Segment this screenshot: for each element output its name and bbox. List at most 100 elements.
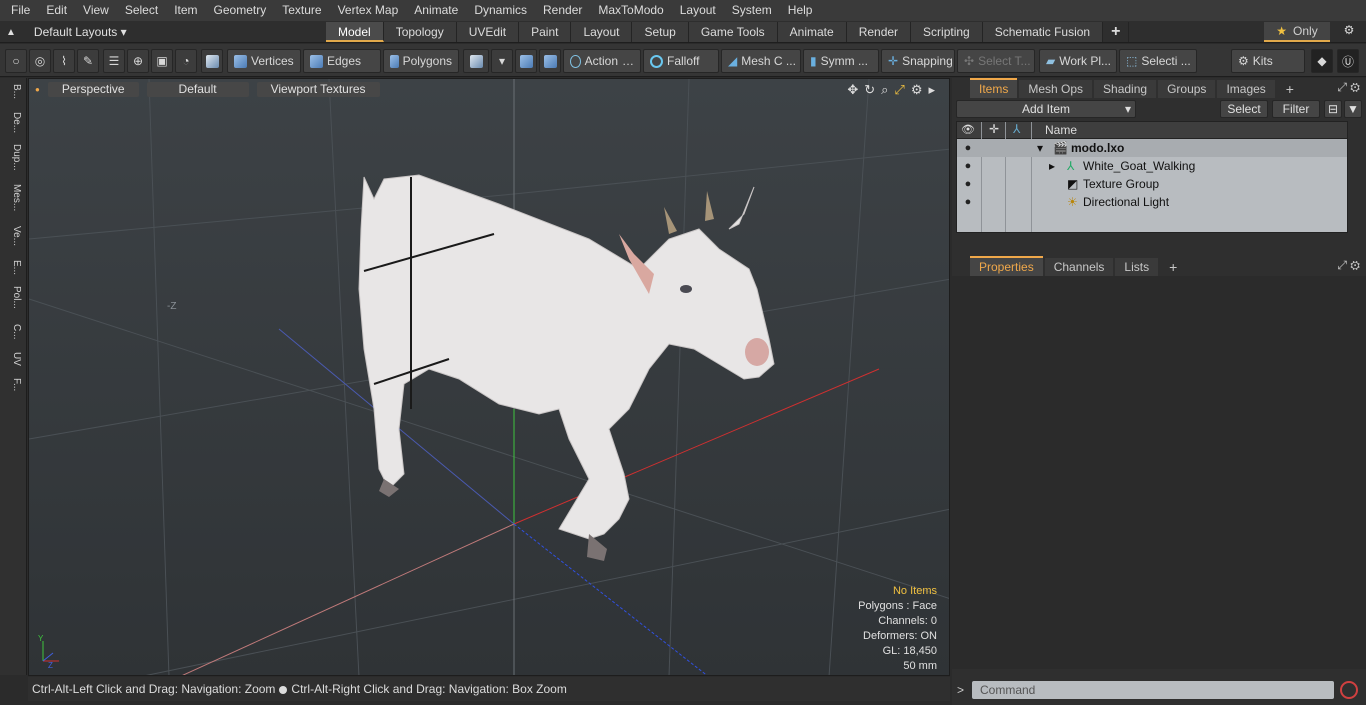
perspective-button[interactable]: Perspective	[47, 82, 139, 97]
globe-icon[interactable]: ◎	[29, 49, 51, 73]
left-tab-mesh-edit[interactable]: Mes...	[4, 184, 22, 211]
layout-expand-icon[interactable]: ▲	[6, 27, 16, 38]
pen-icon[interactable]: ⌇	[53, 49, 75, 73]
left-tab-duplicate[interactable]: Dup...	[4, 144, 22, 171]
brush-icon[interactable]: ✎	[77, 49, 99, 73]
record-macro-icon[interactable]	[1340, 681, 1358, 699]
select-button[interactable]: Select	[1220, 100, 1268, 118]
tab-uvedit[interactable]: UVEdit	[456, 22, 520, 42]
layout-selector[interactable]: ▲ Default Layouts ▾	[6, 23, 127, 41]
fit-icon[interactable]: ⤢	[894, 82, 904, 98]
unity-icon[interactable]: ◆	[1311, 49, 1333, 73]
menu-animate[interactable]: Animate	[406, 0, 466, 21]
collapse-icon[interactable]: ⊟	[1324, 100, 1342, 118]
menu-dynamics[interactable]: Dynamics	[466, 0, 535, 21]
left-tab-uv[interactable]: UV	[4, 352, 22, 366]
menu-view[interactable]: View	[75, 0, 117, 21]
expand-triangle-icon[interactable]: ▸	[1049, 157, 1055, 175]
mesh-constraint-button[interactable]: ◢ Mesh C ...	[721, 49, 801, 73]
tab-channels[interactable]: Channels	[1044, 258, 1114, 276]
menu-edit[interactable]: Edit	[38, 0, 75, 21]
visibility-eye-icon[interactable]: ●	[961, 157, 975, 175]
center-icon[interactable]: ⊕	[127, 49, 149, 73]
work-plane-button[interactable]: ▰ Work Pl...	[1039, 49, 1117, 73]
funnel-icon[interactable]: ▼	[1344, 100, 1362, 118]
tab-groups[interactable]: Groups	[1158, 80, 1216, 98]
tab-mesh-ops[interactable]: Mesh Ops	[1019, 80, 1093, 98]
add-item-button[interactable]: Add Item ▾	[956, 100, 1136, 118]
viewport-options-icon[interactable]: ●	[35, 82, 40, 97]
tab-render[interactable]: Render	[846, 22, 912, 42]
collapse-triangle-icon[interactable]: ▾	[1037, 139, 1043, 157]
unreal-icon[interactable]: Ⓤ	[1337, 49, 1359, 73]
add-tab-button[interactable]: +	[1103, 22, 1130, 42]
menu-help[interactable]: Help	[780, 0, 821, 21]
menu-layout[interactable]: Layout	[672, 0, 724, 21]
tab-items[interactable]: Items	[970, 78, 1018, 98]
3d-viewport[interactable]: -Z ● Perspective Default Viewport Textur…	[28, 78, 950, 676]
falloff-button[interactable]: Falloff	[643, 49, 719, 73]
add-props-tab-button[interactable]: +	[1160, 258, 1186, 276]
orbit-icon[interactable]: ↻	[864, 82, 875, 98]
menu-geometry[interactable]: Geometry	[206, 0, 275, 21]
tab-game-tools[interactable]: Game Tools	[688, 22, 778, 42]
rotate-icon[interactable]: ◔	[175, 49, 197, 73]
polygons-button[interactable]: Polygons	[383, 49, 459, 73]
arrow-right-icon[interactable]: ▸	[928, 82, 935, 98]
panel-expand-icon[interactable]: ⤢ ⚙	[1337, 80, 1360, 95]
snapping-button[interactable]: ✛ Snapping	[881, 49, 955, 73]
tab-lists[interactable]: Lists	[1115, 258, 1159, 276]
tab-scripting[interactable]: Scripting	[911, 22, 983, 42]
square-target-icon[interactable]: ▣	[151, 49, 173, 73]
visibility-eye-icon[interactable]: ●	[961, 175, 975, 193]
tab-setup[interactable]: Setup	[632, 22, 689, 42]
select-through-button[interactable]: ✣ Select T...	[957, 49, 1035, 73]
menu-file[interactable]: File	[3, 0, 38, 21]
align-icon[interactable]: ☰	[103, 49, 125, 73]
left-tab-vertex[interactable]: Ve...	[4, 226, 22, 246]
menu-texture[interactable]: Texture	[274, 0, 329, 21]
symmetry-x-icon[interactable]	[515, 49, 537, 73]
visibility-eye-icon[interactable]: ●	[961, 193, 975, 211]
left-tab-basic[interactable]: B...	[4, 84, 22, 99]
tab-model[interactable]: Model	[326, 22, 384, 42]
selection-sets-button[interactable]: ⬚ Selecti ...	[1119, 49, 1197, 73]
tree-row-mesh[interactable]: ● ▸ ⅄ White_Goat_Walking	[957, 157, 1347, 175]
tree-row-texture-group[interactable]: ● ◩ Texture Group	[957, 175, 1347, 193]
edges-button[interactable]: Edges	[303, 49, 381, 73]
tab-properties[interactable]: Properties	[970, 256, 1043, 276]
menu-maxtomodo[interactable]: MaxToModo	[590, 0, 671, 21]
viewport-textures-button[interactable]: Viewport Textures	[256, 82, 380, 97]
item-mode-icon[interactable]	[201, 49, 223, 73]
tab-topology[interactable]: Topology	[383, 22, 457, 42]
tree-row-scene[interactable]: ● ▾ 🎬 modo.lxo	[957, 139, 1347, 157]
menu-select[interactable]: Select	[117, 0, 166, 21]
menu-system[interactable]: System	[724, 0, 780, 21]
menu-item[interactable]: Item	[166, 0, 205, 21]
left-tab-polygon[interactable]: Pol...	[4, 286, 22, 309]
material-mode-icon[interactable]	[463, 49, 489, 73]
symmetry-button[interactable]: ▮ Symm ...	[803, 49, 879, 73]
left-tab-fusion[interactable]: F...	[4, 378, 22, 391]
vertices-button[interactable]: Vertices	[227, 49, 301, 73]
tab-animate[interactable]: Animate	[777, 22, 847, 42]
filter-button[interactable]: Filter	[1272, 100, 1320, 118]
kits-button[interactable]: ⚙ Kits	[1231, 49, 1305, 73]
chevron-down-icon[interactable]: ▾	[491, 49, 513, 73]
menu-render[interactable]: Render	[535, 0, 590, 21]
props-expand-icon[interactable]: ⤢ ⚙	[1337, 258, 1360, 273]
left-tab-deform[interactable]: De...	[4, 112, 22, 133]
only-toggle[interactable]: ★ Only	[1264, 22, 1330, 42]
tree-row-light[interactable]: ● ☀ Directional Light	[957, 193, 1347, 211]
tab-schematic-fusion[interactable]: Schematic Fusion	[982, 22, 1104, 42]
left-tab-curve[interactable]: C...	[4, 324, 22, 340]
move-icon[interactable]: ✥	[847, 82, 858, 98]
shading-default-button[interactable]: Default	[146, 82, 249, 97]
tab-images[interactable]: Images	[1217, 80, 1275, 98]
add-panel-tab-button[interactable]: +	[1277, 80, 1303, 98]
circle-select-icon[interactable]: ○	[5, 49, 27, 73]
menu-vertex-map[interactable]: Vertex Map	[330, 0, 407, 21]
gear-icon[interactable]: ⚙	[1340, 23, 1358, 41]
tab-shading[interactable]: Shading	[1094, 80, 1157, 98]
symmetry-y-icon[interactable]	[539, 49, 561, 73]
